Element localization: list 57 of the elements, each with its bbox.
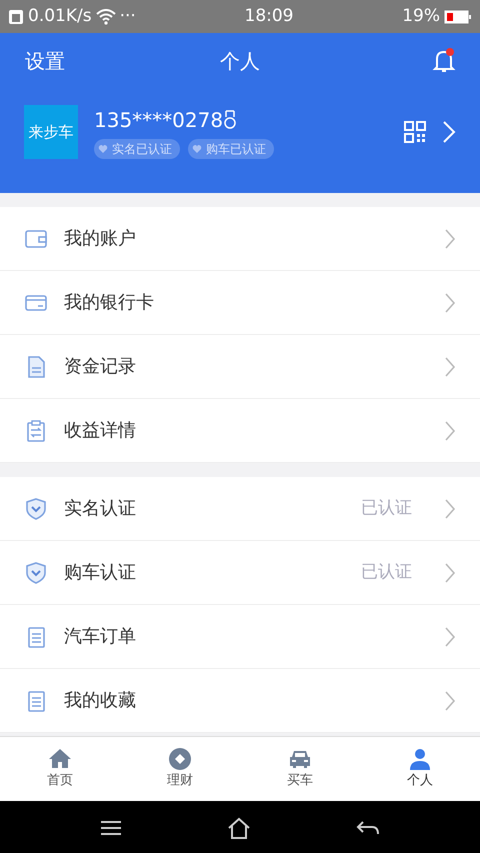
chevron-right-icon	[444, 420, 456, 442]
back-icon[interactable]	[356, 820, 380, 836]
tab-item[interactable]: 理财	[161, 746, 199, 792]
menu-item[interactable]: 我的账户	[0, 207, 480, 271]
phone-number: 135****0278	[94, 107, 224, 134]
chevron-right-icon	[444, 690, 456, 712]
heart-icon	[192, 144, 202, 154]
battery-percent: 19%	[402, 4, 440, 28]
chevron-right-icon	[444, 356, 456, 378]
menu-label: 收益详情	[64, 419, 137, 443]
menu-item[interactable]: 购车认证 已认证	[0, 541, 480, 605]
bell-icon[interactable]	[432, 48, 456, 74]
menu-label: 我的账户	[64, 227, 137, 251]
menu-item[interactable]: 资金记录	[0, 335, 480, 399]
person-icon	[408, 747, 432, 772]
clipboard-icon	[24, 418, 48, 442]
tab-item[interactable]: 个人	[401, 746, 439, 792]
medal-icon	[223, 110, 238, 130]
chevron-right-icon	[444, 626, 456, 648]
network-speed: 0.01K/s	[28, 4, 92, 28]
battery-icon	[444, 8, 472, 24]
home-icon[interactable]	[226, 816, 251, 838]
status-text: 已认证	[361, 560, 412, 584]
menu-item[interactable]: 收益详情	[0, 399, 480, 463]
chevron-right-icon	[444, 498, 456, 520]
menu-label: 汽车订单	[64, 625, 137, 649]
menu-label: 我的收藏	[64, 689, 137, 713]
chevron-right-icon	[444, 562, 456, 584]
app-logo: 来步车	[24, 105, 78, 159]
shield-icon	[24, 496, 48, 520]
menu-item[interactable]: 我的银行卡	[0, 271, 480, 335]
verified-badge: 购车已认证	[188, 139, 274, 159]
sim-icon	[8, 8, 24, 24]
qr-code-icon[interactable]	[404, 121, 426, 143]
menu-item[interactable]: 我的收藏	[0, 669, 480, 733]
tab-item[interactable]: 买车	[281, 746, 319, 792]
menu-item[interactable]: 汽车订单	[0, 605, 480, 669]
verified-badge: 实名已认证	[94, 139, 180, 159]
tab-item[interactable]: 首页	[41, 746, 79, 792]
chevron-right-icon	[444, 292, 456, 314]
shield-icon	[24, 560, 48, 584]
menu-icon[interactable]	[100, 820, 122, 836]
heart-icon	[98, 144, 108, 154]
page-title: 个人	[220, 48, 260, 75]
status-text: 已认证	[361, 496, 412, 520]
menu-label: 资金记录	[64, 355, 137, 379]
coin-icon	[168, 747, 192, 772]
wifi-icon	[96, 8, 116, 24]
menu-label: 实名认证	[64, 497, 137, 521]
chevron-right-icon	[444, 228, 456, 250]
menu-label: 购车认证	[64, 561, 137, 585]
settings-link[interactable]: 设置	[24, 45, 66, 77]
more-indicator: ···	[120, 4, 136, 28]
menu-label: 我的银行卡	[64, 291, 155, 315]
clock: 18:09	[244, 6, 294, 26]
chevron-right-icon[interactable]	[442, 120, 456, 144]
menu-item[interactable]: 实名认证 已认证	[0, 477, 480, 541]
